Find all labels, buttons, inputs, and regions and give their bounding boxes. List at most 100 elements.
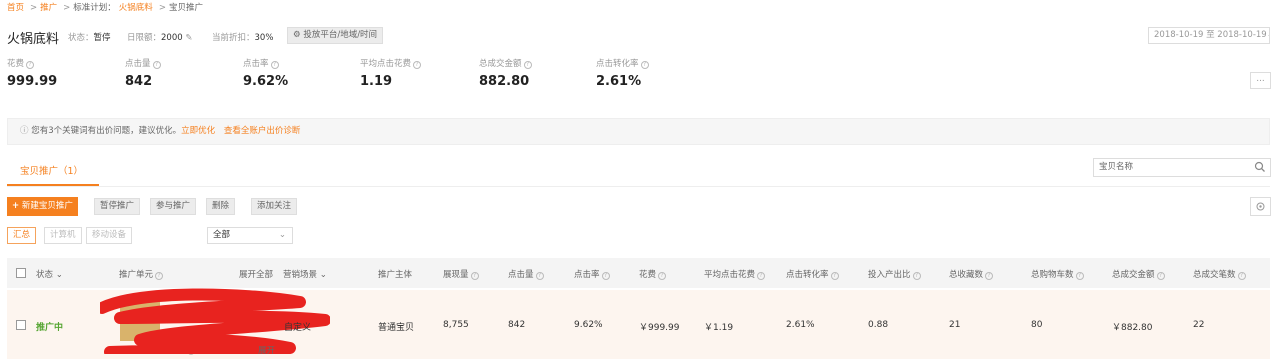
help-icon[interactable]: ?: [601, 272, 610, 280]
cell-scene: 自定义: [284, 323, 312, 333]
date-range-value: 2018-10-19 至 2018-10-19: [1154, 30, 1267, 40]
chevron-down-icon: ⌄: [319, 270, 327, 280]
gear-icon: ⚙: [293, 30, 301, 40]
column-header-carts[interactable]: 总购物车数?: [1031, 268, 1084, 280]
help-icon[interactable]: ?: [413, 61, 422, 69]
search-placeholder: 宝贝名称: [1099, 162, 1134, 172]
tab-item-promotion[interactable]: 宝贝推广（1）: [20, 163, 83, 177]
row-expand-link[interactable]: 展开: [258, 344, 275, 356]
filter-select-value: 全部: [213, 230, 231, 240]
help-icon[interactable]: ?: [270, 61, 279, 69]
column-header-clicks[interactable]: 点击量?: [508, 268, 544, 280]
platform-settings-label: 投放平台/地域/时间: [303, 30, 378, 40]
metric-label: 花费?: [7, 57, 35, 69]
help-icon[interactable]: ?: [985, 272, 994, 280]
cell-gmv: ￥882.80: [1112, 323, 1153, 333]
discount-value: 30%: [254, 33, 274, 43]
plus-icon: +: [12, 201, 20, 211]
more-metrics-button[interactable]: ...: [1250, 72, 1271, 89]
expand-all-link[interactable]: 展开全部: [239, 268, 273, 280]
chevron-down-icon: ⌄: [278, 230, 286, 240]
bid-diagnosis-link[interactable]: 查看全账户出价诊断: [224, 126, 301, 136]
tab-divider: [7, 186, 1270, 187]
tab-mobile[interactable]: 移动设备: [86, 227, 133, 244]
breadcrumb-promote[interactable]: 推广: [40, 3, 57, 13]
discount-label: 当前折扣：: [212, 33, 255, 43]
status-badge: 推广中: [36, 323, 64, 333]
column-header-favorites[interactable]: 总收藏数?: [949, 268, 994, 280]
metric-value: 2.61%: [596, 74, 642, 89]
filter-select[interactable]: 全部 ⌄: [207, 227, 293, 244]
cell-favorites: 21: [949, 320, 961, 330]
cell-roi: 0.88: [868, 320, 889, 330]
search-icon[interactable]: [1254, 161, 1266, 173]
new-item-promotion-label: 新建宝贝推广: [21, 201, 73, 211]
cell-orders: 22: [1193, 320, 1205, 330]
breadcrumb-sep: >: [30, 3, 38, 13]
help-icon[interactable]: ?: [1156, 272, 1165, 280]
date-range-picker[interactable]: 2018-10-19 至 2018-10-19⌄: [1148, 27, 1270, 44]
budget-label: 日限额：: [127, 33, 162, 43]
breadcrumb-home[interactable]: 首页: [7, 3, 24, 13]
metric-label: 总成交金额?: [479, 57, 532, 69]
help-icon[interactable]: ?: [26, 61, 35, 69]
page-title: 火锅底料: [7, 32, 60, 47]
new-item-promotion-button[interactable]: + 新建宝贝推广: [7, 197, 78, 216]
help-icon[interactable]: ?: [830, 272, 839, 280]
column-header-ctr[interactable]: 点击率?: [574, 268, 610, 280]
platform-settings-button[interactable]: ⚙ 投放平台/地域/时间: [287, 27, 384, 44]
optimize-now-link[interactable]: 立即优化: [181, 126, 215, 136]
edit-icon[interactable]: ✎: [185, 33, 192, 43]
settings-button[interactable]: [1250, 197, 1271, 216]
tab-computer[interactable]: 计算机: [44, 227, 82, 244]
tab-summary[interactable]: 汇总: [7, 227, 37, 244]
column-header-roi[interactable]: 投入产出比?: [868, 268, 921, 280]
current-discount: 当前折扣：30%: [212, 31, 273, 43]
select-all-checkbox[interactable]: [16, 268, 26, 278]
column-header-status[interactable]: 状态 ⌄: [36, 268, 63, 280]
notice-text: 您有3个关键词有出价问题，建议优化。: [31, 126, 182, 136]
chevron-down-icon: ⌄: [1267, 30, 1269, 40]
cell-subject: 普通宝贝: [378, 323, 415, 333]
cell-ctr: 9.62%: [574, 320, 603, 330]
join-button[interactable]: 参与推广: [150, 198, 197, 215]
help-icon[interactable]: ?: [658, 272, 667, 280]
help-icon[interactable]: ?: [1075, 272, 1084, 280]
row-checkbox[interactable]: [16, 320, 26, 330]
cell-clicks: 842: [508, 320, 526, 330]
help-icon[interactable]: ?: [523, 61, 532, 69]
breadcrumb-sep: >: [158, 3, 166, 13]
column-header-gmv[interactable]: 总成交金额?: [1112, 268, 1165, 280]
pause-button[interactable]: 暂停推广: [94, 198, 141, 215]
bid-notice: ⓘ 您有3个关键词有出价问题，建议优化。立即优化 查看全账户出价诊断: [7, 118, 1270, 145]
help-icon[interactable]: ?: [912, 272, 921, 280]
cell-cpc: ￥1.19: [704, 323, 734, 333]
breadcrumb-plan[interactable]: 火锅底料: [119, 3, 153, 13]
column-header-cvr[interactable]: 点击转化率?: [786, 268, 839, 280]
column-header-impressions[interactable]: 展现量?: [443, 268, 479, 280]
metric-label: 点击转化率?: [596, 57, 649, 69]
delete-button[interactable]: 删除: [206, 198, 236, 215]
active-tab-indicator: [7, 184, 99, 186]
cell-cost: ￥999.99: [639, 323, 680, 333]
help-icon[interactable]: ?: [155, 272, 164, 280]
column-header-cpc[interactable]: 平均点击花费?: [704, 268, 766, 280]
metric-value: 882.80: [479, 74, 530, 89]
help-icon[interactable]: ?: [640, 61, 649, 69]
column-header-scene[interactable]: 营销场景 ⌄: [283, 268, 327, 280]
help-icon[interactable]: ?: [535, 272, 544, 280]
breadcrumb-current: 宝贝推广: [168, 3, 203, 13]
search-input[interactable]: 宝贝名称: [1093, 158, 1271, 177]
metric-value: 999.99: [7, 74, 58, 89]
add-follow-button[interactable]: 添加关注: [251, 198, 298, 215]
help-icon[interactable]: ?: [152, 61, 161, 69]
metric-value: 9.62%: [243, 74, 289, 89]
column-header-orders[interactable]: 总成交笔数?: [1193, 268, 1246, 280]
column-header-cost[interactable]: 花费?: [639, 268, 667, 280]
gear-icon: [1256, 202, 1265, 211]
help-icon[interactable]: ?: [757, 272, 766, 280]
help-icon[interactable]: ?: [1237, 272, 1246, 280]
cell-carts: 80: [1031, 320, 1043, 330]
budget-value: 2000: [161, 33, 183, 43]
help-icon[interactable]: ?: [470, 272, 479, 280]
